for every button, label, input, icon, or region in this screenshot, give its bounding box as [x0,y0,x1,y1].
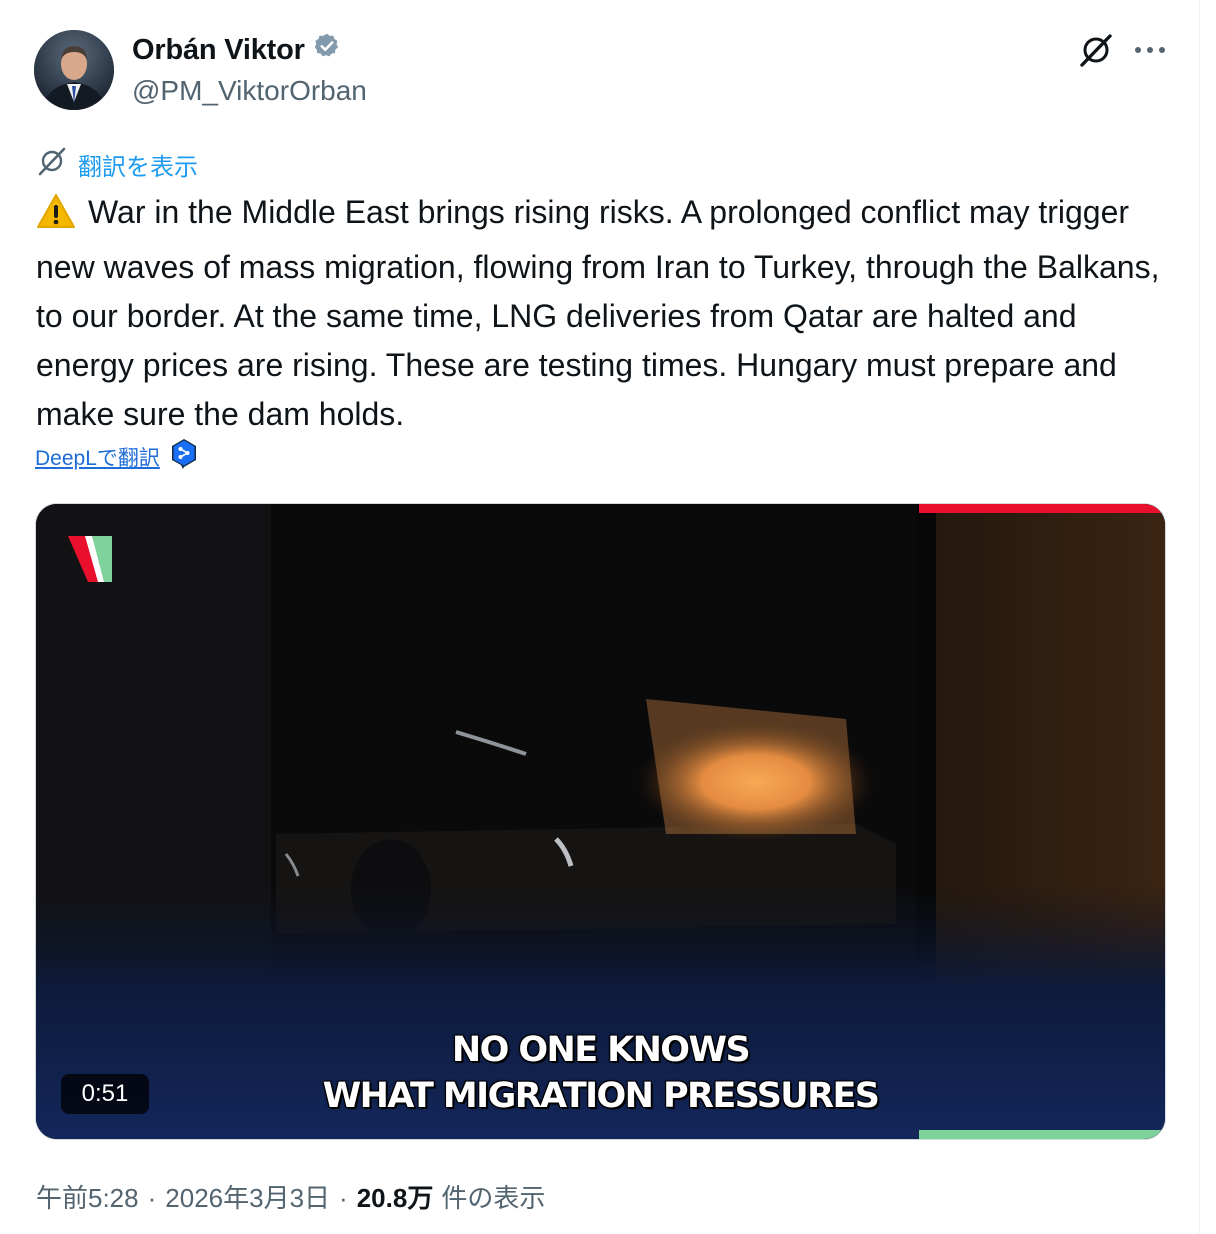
video-caption-line2: WHAT MIGRATION PRESSURES [322,1076,880,1116]
tweet-date[interactable]: 2026年3月3日 [165,1178,330,1215]
tweet-meta: 午前5:28 · 2026年3月3日 · 20.8万 件の表示 [36,1178,545,1215]
more-dots-icon[interactable] [1128,28,1172,72]
author-name-text[interactable]: Orbán Viktor [132,34,305,67]
tweet-text: War in the Middle East brings rising ris… [36,188,1176,439]
deepl-translate-link[interactable]: DeepLで翻訳 [35,442,160,472]
views-label[interactable]: 件の表示 [441,1178,545,1215]
grok-icon[interactable] [1074,28,1118,72]
meta-separator: · [147,1183,157,1213]
author-handle[interactable]: @PM_ViktorOrban [132,75,367,107]
grok-icon [36,145,68,184]
video-player[interactable]: NO ONE KNOWS WHAT MIGRATION PRESSURES 0:… [35,503,1166,1140]
tweet-body: War in the Middle East brings rising ris… [36,194,1160,432]
deepl-translate[interactable]: DeepLで翻訳 [35,438,198,476]
show-translation-button[interactable]: 翻訳を表示 [36,145,198,184]
deepl-icon[interactable] [170,438,198,476]
video-caption-line1: NO ONE KNOWS [451,1030,751,1070]
author-display-name[interactable]: Orbán Viktor [132,32,341,68]
meta-separator: · [339,1183,348,1213]
views-count[interactable]: 20.8万 [357,1178,434,1215]
verified-badge-icon [313,32,341,68]
avatar[interactable] [34,30,114,110]
tweet-time[interactable]: 午前5:28 [36,1178,139,1215]
tweet-card: Orbán Viktor @PM_ViktorOrban 翻訳を表示 War i… [0,0,1200,1234]
show-translation-label[interactable]: 翻訳を表示 [78,147,198,182]
video-duration-badge: 0:51 [61,1074,149,1114]
warning-icon [36,193,76,243]
